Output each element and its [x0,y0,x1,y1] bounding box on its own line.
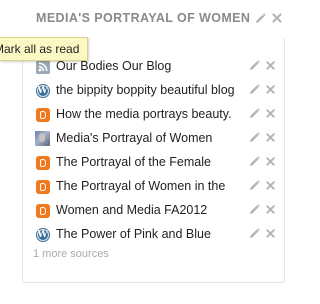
source-row-4[interactable]: The Portrayal of the Female [23,151,285,175]
close-icon [265,228,275,238]
close-icon [265,84,275,94]
edit-source-button[interactable] [248,131,260,143]
pencil-icon [255,12,266,23]
pencil-icon [249,227,260,238]
close-icon [265,180,275,190]
close-icon [265,108,275,118]
pencil-icon [249,83,260,94]
source-label: How the media portrays beauty. [56,107,232,121]
source-row-3[interactable]: Media's Portrayal of Women [23,127,285,151]
wordpress-icon: W [35,227,50,242]
remove-source-button[interactable] [264,107,276,119]
pencil-icon [249,131,260,142]
edit-source-button[interactable] [248,155,260,167]
remove-source-button[interactable] [264,131,276,143]
remove-source-button[interactable] [264,203,276,215]
mark-all-read-tooltip: Mark all as read [0,37,89,61]
remove-source-button[interactable] [264,59,276,71]
remove-source-button[interactable] [264,155,276,167]
blogger-icon [35,179,50,194]
blogger-icon [35,107,50,122]
source-row-6[interactable]: Women and Media FA2012 [23,199,285,223]
close-icon [265,204,275,214]
more-sources-link[interactable]: 1 more sources [33,248,109,260]
wordpress-icon: W [35,83,50,98]
close-icon [265,156,275,166]
edit-source-button[interactable] [248,59,260,71]
close-icon [265,132,275,142]
remove-source-button[interactable] [264,227,276,239]
source-label: The Power of Pink and Blue [56,227,211,241]
source-row-2[interactable]: How the media portrays beauty. [23,103,285,127]
panel-header: MEDIA'S PORTRAYAL OF WOMEN [0,0,296,38]
close-icon [265,60,275,70]
edit-source-button[interactable] [248,83,260,95]
panel-title: MEDIA'S PORTRAYAL OF WOMEN [36,11,251,25]
source-label: the bippity boppity beautiful blog [56,83,235,97]
blogger-icon [35,155,50,170]
close-icon [272,13,282,23]
avatar-icon [35,131,50,146]
edit-source-button[interactable] [248,107,260,119]
sources-list: Our Bodies Our Blog W the bippity boppit… [22,38,285,283]
source-label: The Portrayal of the Female [56,155,211,169]
source-label: Media's Portrayal of Women [56,131,213,145]
source-row-7[interactable]: W The Power of Pink and Blue [23,223,285,247]
source-row-5[interactable]: The Portrayal of Women in the [23,175,285,199]
remove-source-button[interactable] [264,179,276,191]
source-label: The Portrayal of Women in the [56,179,226,193]
pencil-icon [249,203,260,214]
pencil-icon [249,107,260,118]
source-label: Women and Media FA2012 [56,203,208,217]
pencil-icon [249,59,260,70]
edit-source-button[interactable] [248,203,260,215]
pencil-icon [249,179,260,190]
blogger-icon [35,203,50,218]
remove-source-button[interactable] [264,83,276,95]
remove-folder-button[interactable] [270,11,284,25]
source-row-1[interactable]: W the bippity boppity beautiful blog [23,79,285,103]
tooltip-text: Mark all as read [0,42,80,56]
rss-icon [35,59,50,74]
edit-source-button[interactable] [248,227,260,239]
edit-folder-button[interactable] [253,11,267,25]
pencil-icon [249,155,260,166]
edit-source-button[interactable] [248,179,260,191]
